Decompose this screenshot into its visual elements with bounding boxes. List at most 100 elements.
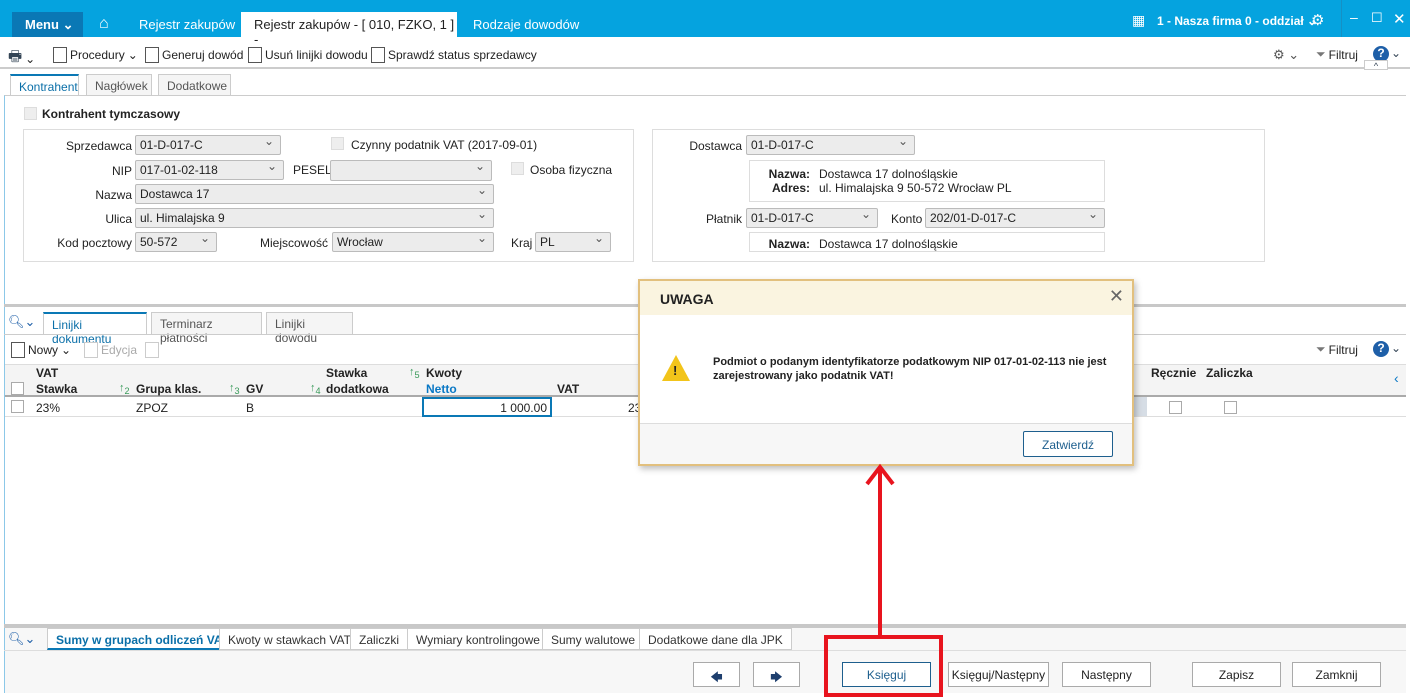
minimize-icon[interactable]: – <box>1350 9 1358 25</box>
dialog-close-icon[interactable]: ✕ <box>1109 286 1124 307</box>
tab-zaliczki[interactable]: Zaliczki <box>350 628 409 650</box>
dostawca-select[interactable]: 01-D-017-C <box>746 134 915 155</box>
view-search-icon[interactable]: 🔍︎⌄ <box>8 314 35 330</box>
osoba-fizyczna-label: Osoba fizyczna <box>530 163 613 177</box>
zamknij-button[interactable]: Zamknij <box>1292 662 1381 687</box>
header-zaliczka[interactable]: Zaliczka <box>1206 366 1253 380</box>
lines-filtruj-button[interactable]: ⏷ Filtruj <box>1316 342 1358 357</box>
kraj-select[interactable]: PL <box>535 231 611 252</box>
row-checkbox[interactable] <box>11 400 24 413</box>
warning-exclamation-icon: ! <box>673 363 678 378</box>
dostawca-adres-label: Adres: <box>771 181 810 195</box>
nowy-label: Nowy <box>28 343 59 357</box>
refresh-document-icon <box>371 47 385 63</box>
zapisz-button[interactable]: Zapisz <box>1192 662 1281 687</box>
sprawdz-status-button[interactable]: Sprawdź status sprzedawcy <box>371 47 537 63</box>
sort-arrow-icon: ↑4 <box>310 382 321 397</box>
print-button[interactable]: 🖶 ⌄ <box>8 46 35 71</box>
filtruj-button[interactable]: ⏷ Filtruj <box>1316 47 1358 62</box>
chevron-left-icon[interactable]: ‹ <box>1394 370 1399 386</box>
new-document-icon <box>145 47 159 63</box>
zaliczka-checkbox[interactable] <box>1224 401 1237 414</box>
company-selector[interactable]: 1 - Nasza firma 0 - oddział ⌄ <box>1157 14 1317 28</box>
zatwierdz-button[interactable]: Zatwierdź <box>1023 431 1113 457</box>
procedure-icon <box>53 47 67 63</box>
tab-sumy-grupach[interactable]: Sumy w grupach odliczeń VAT <box>47 628 238 650</box>
tab-dodatkowe-jpk[interactable]: Dodatkowe dane dla JPK <box>639 628 792 650</box>
edycja-label: Edycja <box>101 343 138 357</box>
close-icon[interactable]: ✕ <box>1393 10 1406 28</box>
tab-kontrahent[interactable]: Kontrahent <box>10 74 79 96</box>
apps-grid-icon[interactable]: ▦ <box>1132 12 1145 29</box>
menu-button[interactable]: Menu ⌄ <box>12 12 83 37</box>
header-stawka-dodatkowa-2[interactable]: dodatkowa <box>326 382 389 396</box>
generuj-label: Generuj dowód <box>162 48 244 62</box>
maximize-icon[interactable]: ☐ <box>1371 10 1383 26</box>
header-vat[interactable]: VAT <box>557 382 579 396</box>
warning-dialog: UWAGA ✕ ! Podmiot o podanym identyfikato… <box>638 279 1134 466</box>
header-stawka-dodatkowa-1[interactable]: Stawka <box>326 366 367 380</box>
new-icon <box>11 342 25 358</box>
tab-rodzaje-dowodow[interactable]: Rodzaje dowodów <box>473 12 579 37</box>
tab-sumy-walutowe[interactable]: Sumy walutowe <box>542 628 645 650</box>
bottom-view-search-icon[interactable]: 🔍︎⌄ <box>8 631 35 647</box>
header-recznie[interactable]: Ręcznie <box>1151 366 1196 380</box>
tab-rejestr-zakupow-document[interactable]: Rejestr zakupów - [ 010, FZKO, 1 ] - <box>241 12 457 47</box>
tab-rejestr-zakupow[interactable]: Rejestr zakupów <box>139 12 235 37</box>
header-netto[interactable]: Netto <box>426 382 457 396</box>
company-label: 1 - Nasza firma 0 - oddział <box>1157 14 1304 28</box>
gear-icon[interactable]: ⚙ <box>1311 11 1324 29</box>
kod-pocztowy-select[interactable]: 50-572 <box>135 231 217 252</box>
nazwa-select[interactable]: Dostawca 17 <box>135 183 494 204</box>
tab-kwoty-stawkach[interactable]: Kwoty w stawkach VAT <box>219 628 360 650</box>
generuj-dowod-button[interactable]: Generuj dowód <box>145 47 243 63</box>
kontrahent-tymczasowy-checkbox[interactable] <box>24 107 37 120</box>
header-group-vat: VAT <box>36 366 59 380</box>
filtruj-label: Filtruj <box>1328 47 1358 62</box>
sprzedawca-select[interactable]: 01-D-017-C <box>135 134 281 155</box>
settings-icon[interactable]: ⚙ ⌄ <box>1273 47 1299 63</box>
procedury-button[interactable]: Procedury ⌄ <box>53 47 138 63</box>
header-gv[interactable]: GV <box>246 382 263 396</box>
recznie-checkbox[interactable] <box>1169 401 1182 414</box>
next-arrow-button[interactable]: 🡆 <box>753 662 800 687</box>
delete-icon <box>145 342 159 358</box>
pesel-input[interactable] <box>330 159 492 181</box>
lines-help-chevron-icon[interactable]: ⌄ <box>1391 341 1401 355</box>
delete-line-button[interactable] <box>145 342 159 358</box>
sort-order-2: 2 <box>124 386 130 397</box>
header-stawka[interactable]: Stawka <box>36 382 77 396</box>
usun-linijki-button[interactable]: Usuń linijki dowodu <box>248 47 368 63</box>
tab-linijki-dowodu[interactable]: Linijki dowodu <box>266 312 353 345</box>
select-all-checkbox[interactable] <box>11 382 24 395</box>
cell-netto[interactable]: 1 000.00 <box>422 397 552 417</box>
tab-naglowek[interactable]: Nagłówek <box>86 74 152 96</box>
nastepny-button[interactable]: Następny <box>1062 662 1151 687</box>
home-icon[interactable]: ⌂ <box>99 15 109 33</box>
tab-dodatkowe[interactable]: Dodatkowe <box>158 74 231 96</box>
platnik-select[interactable]: 01-D-017-C <box>746 207 878 228</box>
collapse-button[interactable]: ^ <box>1364 60 1388 71</box>
konto-select[interactable]: 202/01-D-017-C <box>925 207 1105 228</box>
ulica-select[interactable]: ul. Himalajska 9 <box>135 207 494 228</box>
header-grupa-klas[interactable]: Grupa klas. <box>136 382 201 396</box>
edycja-button[interactable]: Edycja <box>84 342 137 358</box>
cell-stawka: 23% <box>36 401 61 415</box>
nip-select[interactable]: 017-01-02-118 <box>135 159 284 180</box>
dostawca-label: Dostawca <box>689 139 742 153</box>
ksieguj-nastepny-button[interactable]: Księguj/Następny <box>948 662 1049 687</box>
osoba-fizyczna-checkbox[interactable] <box>511 162 524 175</box>
nowy-button[interactable]: Nowy ⌄ <box>11 342 71 358</box>
sort-arrow-icon: ↑5 <box>409 366 420 381</box>
cell-grupa: ZPOZ <box>136 401 168 415</box>
annotation-highlight-box <box>824 635 943 697</box>
czynny-podatnik-checkbox[interactable] <box>331 137 344 150</box>
kod-pocztowy-label: Kod pocztowy <box>57 236 132 250</box>
miejscowosc-select[interactable]: Wrocław <box>332 231 494 252</box>
tab-linijki-dokumentu[interactable]: Linijki dokumentu <box>43 312 147 346</box>
tab-terminarz-platnosci[interactable]: Terminarz płatności <box>151 312 262 345</box>
lines-help-icon[interactable]: ? <box>1373 341 1389 357</box>
previous-button[interactable]: 🡄 <box>693 662 740 687</box>
help-chevron-icon[interactable]: ⌄ <box>1391 46 1401 60</box>
tab-wymiary[interactable]: Wymiary kontrolingowe <box>407 628 549 650</box>
